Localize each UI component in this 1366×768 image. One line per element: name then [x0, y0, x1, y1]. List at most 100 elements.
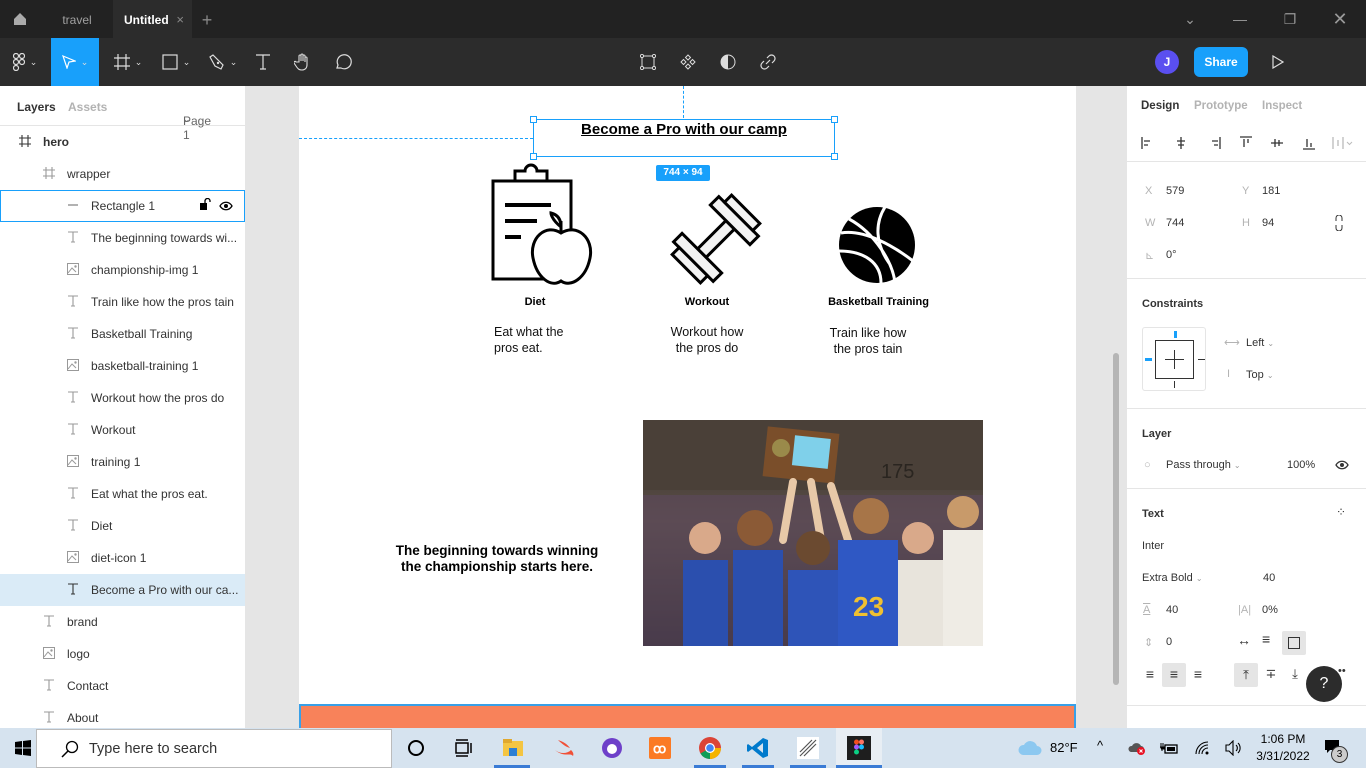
eye-icon[interactable] — [1335, 460, 1349, 470]
align-left-icon[interactable] — [1141, 136, 1155, 150]
vscode-icon[interactable] — [746, 736, 770, 760]
layer-item[interactable]: brand — [0, 606, 245, 638]
figma-taskbar-button[interactable] — [836, 728, 882, 768]
height-input[interactable]: 94 — [1262, 217, 1274, 229]
clock[interactable]: 1:06 PM 3/31/2022 — [1252, 731, 1314, 765]
layer-item[interactable]: Workout — [0, 414, 245, 446]
font-size-input[interactable]: 40 — [1263, 572, 1275, 584]
align-bottom-icon[interactable] — [1302, 136, 1316, 150]
align-vertical-center-icon[interactable] — [1270, 136, 1284, 150]
layer-item[interactable]: Workout how the pros do — [0, 382, 245, 414]
font-family-dropdown[interactable]: Inter — [1142, 540, 1164, 552]
layer-item[interactable]: diet-icon 1 — [0, 542, 245, 574]
paragraph-spacing-input[interactable]: 0 — [1166, 636, 1172, 648]
feature-desc-workout[interactable]: Workout how the pros do — [657, 324, 757, 356]
home-button[interactable] — [0, 0, 40, 38]
layer-item[interactable]: training 1 — [0, 446, 245, 478]
layer-item[interactable]: championship-img 1 — [0, 254, 245, 286]
rotation-input[interactable]: 0° — [1166, 249, 1177, 261]
feature-title-basketball[interactable]: Basketball Training — [821, 296, 936, 308]
layer-item[interactable]: logo — [0, 638, 245, 670]
tab-design[interactable]: Design — [1141, 100, 1179, 112]
chevron-down-icon[interactable]: ⌄ — [1165, 0, 1215, 38]
volume-icon[interactable] — [1224, 740, 1242, 756]
weather-cloud-icon[interactable] — [1017, 740, 1043, 756]
y-input[interactable]: 181 — [1262, 185, 1280, 197]
create-component-button[interactable] — [676, 38, 700, 86]
footer-section[interactable] — [299, 704, 1076, 728]
fixed-size-button[interactable] — [1282, 631, 1306, 655]
vertical-constraint-dropdown[interactable]: Top ⌄ — [1246, 369, 1274, 381]
horizontal-constraint-dropdown[interactable]: Left ⌄ — [1246, 337, 1274, 349]
opacity-input[interactable]: 100% — [1287, 459, 1315, 471]
canvas-scrollbar[interactable] — [1113, 353, 1119, 685]
auto-height-icon[interactable]: ≡ — [1262, 631, 1270, 647]
link-button[interactable] — [756, 38, 780, 86]
battery-icon[interactable] — [1160, 741, 1178, 755]
file-explorer-icon[interactable] — [501, 736, 525, 760]
tagline-text[interactable]: The beginning towards winning the champio… — [377, 543, 617, 575]
basketball-icon[interactable] — [835, 203, 919, 287]
chrome-icon[interactable] — [698, 736, 722, 760]
share-button[interactable]: Share — [1194, 47, 1248, 77]
onedrive-error-icon[interactable] — [1128, 740, 1146, 756]
tab-layers[interactable]: Layers — [17, 100, 56, 114]
layer-item[interactable]: hero — [0, 126, 245, 158]
layer-item[interactable]: The beginning towards wi... — [0, 222, 245, 254]
text-tool[interactable] — [250, 38, 276, 86]
layer-item[interactable]: basketball-training 1 — [0, 350, 245, 382]
tab-travel[interactable]: travel — [42, 0, 112, 38]
resize-handle[interactable] — [530, 153, 537, 160]
tab-assets[interactable]: Assets — [68, 100, 107, 114]
restore-button[interactable]: ❐ — [1265, 0, 1315, 38]
tab-inspect[interactable]: Inspect — [1262, 100, 1302, 112]
task-view-icon[interactable] — [451, 736, 475, 760]
distribute-icon[interactable] — [1332, 136, 1354, 150]
layer-item[interactable]: Contact — [0, 670, 245, 702]
taskbar-search[interactable]: Type here to search — [36, 729, 392, 768]
align-right-icon[interactable] — [1207, 136, 1221, 150]
layer-item[interactable]: Become a Pro with our ca... — [0, 574, 245, 606]
xampp-icon[interactable]: ꝏ — [648, 736, 672, 760]
layer-item[interactable]: Basketball Training — [0, 318, 245, 350]
swift-icon[interactable] — [552, 736, 576, 760]
feature-title-diet[interactable]: Diet — [495, 296, 575, 308]
resize-handle[interactable] — [831, 153, 838, 160]
text-align-left-icon[interactable]: ≡ — [1139, 663, 1161, 685]
edit-object-button[interactable] — [636, 38, 660, 86]
championship-image[interactable]: 175 23 — [643, 420, 983, 646]
resize-handle[interactable] — [530, 116, 537, 123]
tab-untitled[interactable]: Untitled × — [113, 0, 192, 38]
letter-spacing-input[interactable]: 0% — [1262, 604, 1278, 616]
github-desktop-icon[interactable] — [600, 736, 624, 760]
pen-tool[interactable]: ⌄ — [203, 38, 243, 86]
hero-frame[interactable]: Become a Pro with our camp 744 × 94 Diet… — [299, 86, 1076, 728]
unlock-icon[interactable] — [200, 197, 211, 213]
main-menu-button[interactable]: ⌄ — [0, 38, 50, 86]
layer-item[interactable]: Train like how the pros tain — [0, 286, 245, 318]
align-text-middle-icon[interactable]: ∓ — [1260, 663, 1282, 685]
workout-icon[interactable] — [666, 189, 766, 289]
new-tab-button[interactable]: + — [196, 0, 218, 38]
feature-desc-basketball[interactable]: Train like how the pros tain — [818, 325, 918, 357]
feature-desc-diet[interactable]: Eat what the pros eat. — [494, 324, 564, 356]
align-text-bottom-icon[interactable]: ⤓ — [1284, 663, 1306, 685]
selection-box[interactable]: Become a Pro with our camp — [530, 116, 838, 160]
wifi-icon[interactable] — [1194, 740, 1210, 756]
eye-icon[interactable] — [219, 200, 233, 214]
help-button[interactable]: ? — [1306, 666, 1342, 702]
constraints-widget[interactable] — [1142, 327, 1206, 391]
feature-title-workout[interactable]: Workout — [667, 296, 747, 308]
heading-text[interactable]: Become a Pro with our camp — [581, 121, 787, 138]
width-input[interactable]: 744 — [1166, 217, 1184, 229]
x-input[interactable]: 579 — [1166, 185, 1184, 197]
windows-start-icon[interactable] — [15, 740, 31, 756]
tab-prototype[interactable]: Prototype — [1194, 100, 1248, 112]
align-horizontal-center-icon[interactable] — [1174, 136, 1188, 150]
layer-item[interactable]: wrapper — [0, 158, 245, 190]
align-top-icon[interactable] — [1239, 136, 1253, 150]
cortana-icon[interactable] — [404, 736, 428, 760]
layer-item[interactable]: Rectangle 1 — [0, 190, 245, 222]
align-text-top-icon[interactable]: ⤒ — [1234, 663, 1258, 687]
font-weight-dropdown[interactable]: Extra Bold ⌄ — [1142, 572, 1203, 584]
